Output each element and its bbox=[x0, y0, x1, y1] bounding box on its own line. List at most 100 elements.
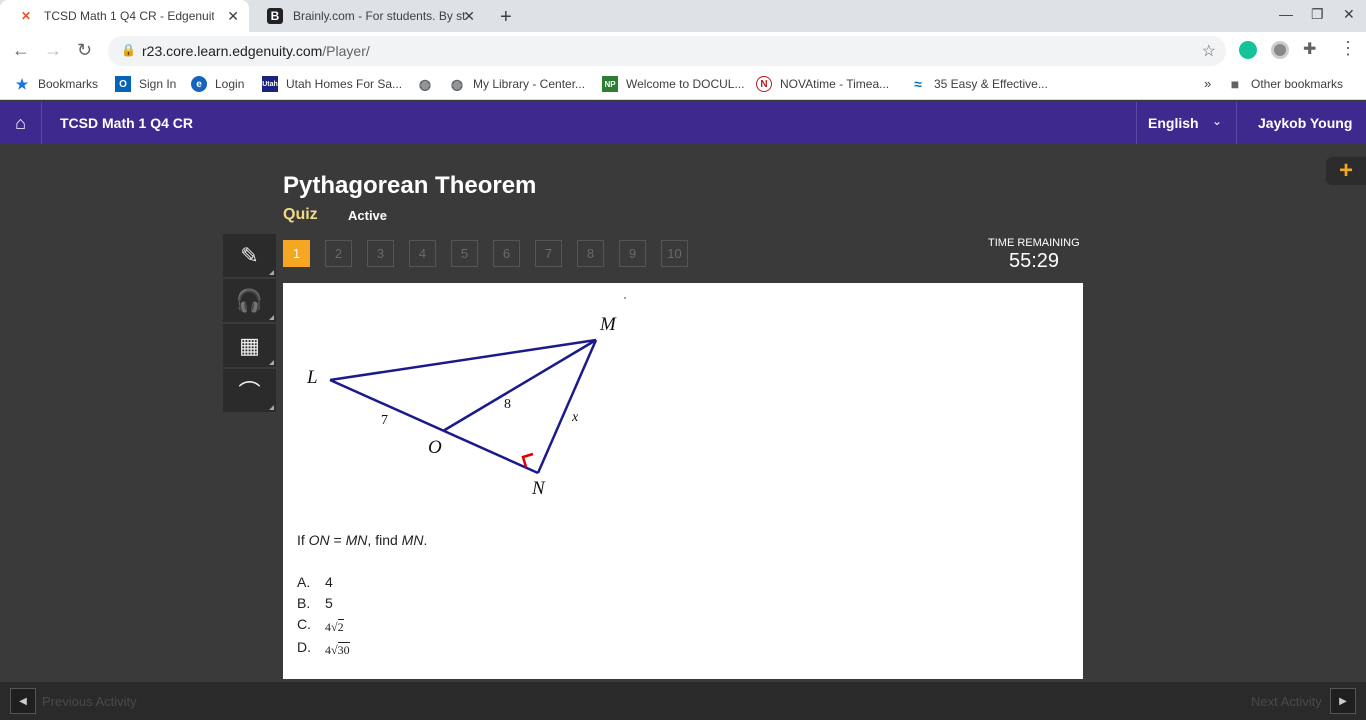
pencil-tool-button[interactable]: ✎ bbox=[223, 234, 276, 277]
browser-toolbar: ← → ↻ 🔒 r23.core.learn.edgenuity.com/Pla… bbox=[0, 32, 1366, 69]
address-bar[interactable]: 🔒 r23.core.learn.edgenuity.com/Player/ ☆ bbox=[108, 36, 1226, 66]
forward-arrow-icon[interactable]: → bbox=[44, 40, 62, 61]
question-nav-8[interactable]: 8 bbox=[577, 240, 604, 267]
new-tab-button[interactable]: + bbox=[500, 6, 512, 29]
length-label-mn: x bbox=[571, 410, 579, 425]
minimize-icon[interactable]: — bbox=[1279, 6, 1293, 22]
triangle-left-icon: ◀ bbox=[19, 695, 27, 707]
edgenuity-x-icon: ✕ bbox=[20, 9, 32, 23]
bookmark-item[interactable]: Utah Utah Homes For Sa... bbox=[262, 76, 402, 92]
question-nav-10[interactable]: 10 bbox=[661, 240, 688, 267]
calculator-tool-button[interactable]: ▦ bbox=[223, 324, 276, 367]
e-logo-icon: e bbox=[191, 76, 207, 92]
right-angle-marker bbox=[521, 452, 534, 468]
length-label-om: 8 bbox=[504, 397, 511, 412]
question-nav-9[interactable]: 9 bbox=[619, 240, 646, 267]
grammarly-icon[interactable] bbox=[1239, 41, 1257, 59]
extension-circle-icon[interactable] bbox=[1271, 41, 1289, 59]
app-header: ⌂ TCSD Math 1 Q4 CR English ⌄ Jaykob You… bbox=[0, 102, 1366, 144]
sqrt-icon: √ bbox=[331, 643, 338, 657]
more-bookmarks-chevron-icon[interactable]: » bbox=[1204, 76, 1211, 91]
headphones-icon: 🎧 bbox=[235, 287, 264, 313]
stray-dot bbox=[624, 297, 626, 299]
protractor-icon: ⌒ bbox=[238, 379, 261, 405]
close-tab-icon[interactable]: ✕ bbox=[463, 8, 475, 25]
point-label-o: O bbox=[428, 437, 442, 458]
triangle-right-icon: ▶ bbox=[1339, 695, 1347, 707]
browser-tab-strip: ✕ TCSD Math 1 Q4 CR - Edgenuity ✕ B Brai… bbox=[0, 0, 1366, 32]
segment-mn bbox=[536, 339, 598, 474]
restore-icon[interactable]: ❐ bbox=[1311, 6, 1324, 23]
next-activity-button[interactable]: ▶ bbox=[1330, 688, 1356, 714]
segment-lm bbox=[329, 338, 597, 382]
sqrt-icon: √ bbox=[331, 620, 338, 634]
question-nav-7[interactable]: 7 bbox=[535, 240, 562, 267]
question-panel: L M O N 7 8 x If ON = MN, find MN. A. 4 … bbox=[283, 283, 1083, 679]
question-nav-4[interactable]: 4 bbox=[409, 240, 436, 267]
wave-icon: ≈ bbox=[914, 76, 922, 92]
bookmark-item[interactable]: O Sign In bbox=[115, 76, 176, 92]
time-remaining-value: 55:29 bbox=[1009, 250, 1060, 272]
globe-icon: ◍ bbox=[450, 75, 464, 92]
question-nav-3[interactable]: 3 bbox=[367, 240, 394, 267]
novatime-icon: N bbox=[756, 76, 772, 92]
menu-dots-icon[interactable]: ⋮ bbox=[1339, 38, 1357, 59]
language-dropdown[interactable]: English ⌄ bbox=[1136, 102, 1237, 144]
lesson-title: Pythagorean Theorem bbox=[283, 172, 537, 199]
expand-plus-button[interactable]: + bbox=[1326, 157, 1366, 185]
bookmarks-bar: ★ Bookmarks O Sign In e Login Utah Utah … bbox=[0, 69, 1366, 100]
reload-icon[interactable]: ↻ bbox=[77, 40, 92, 61]
home-button[interactable]: ⌂ bbox=[0, 102, 42, 144]
home-icon: ⌂ bbox=[15, 112, 26, 133]
bookmark-item[interactable]: ≈ 35 Easy & Effective... bbox=[910, 76, 1048, 92]
point-label-m: M bbox=[599, 314, 617, 335]
tab-title: TCSD Math 1 Q4 CR - Edgenuity bbox=[44, 9, 214, 23]
bookmark-item[interactable]: ★ Bookmarks bbox=[14, 76, 98, 92]
bookmark-item[interactable]: ◍ My Library - Center... bbox=[449, 76, 585, 92]
brainly-b-icon: B bbox=[267, 8, 283, 24]
activity-footer: ◀ Previous Activity Next Activity ▶ bbox=[0, 682, 1366, 720]
outlook-icon: O bbox=[115, 76, 131, 92]
answer-choice-a[interactable]: A. 4 bbox=[297, 574, 333, 590]
url-text: r23.core.learn.edgenuity.com/Player/ bbox=[142, 43, 370, 59]
question-nav-6[interactable]: 6 bbox=[493, 240, 520, 267]
bookmark-item[interactable]: N NOVAtime - Timea... bbox=[756, 76, 889, 92]
previous-activity-label[interactable]: Previous Activity bbox=[42, 694, 137, 709]
puzzle-extensions-icon[interactable]: ✚ bbox=[1303, 39, 1316, 59]
window-close-icon[interactable]: ✕ bbox=[1343, 6, 1355, 23]
protractor-tool-button[interactable]: ⌒ bbox=[223, 369, 276, 412]
point-label-l: L bbox=[306, 367, 318, 388]
close-tab-icon[interactable]: ✕ bbox=[227, 8, 239, 25]
back-arrow-icon[interactable]: ← bbox=[12, 40, 30, 61]
question-text: If ON = MN, find MN. bbox=[297, 532, 428, 548]
question-nav-2[interactable]: 2 bbox=[325, 240, 352, 267]
next-activity-label[interactable]: Next Activity bbox=[1251, 694, 1322, 709]
bookmark-star-icon[interactable]: ☆ bbox=[1202, 41, 1216, 61]
previous-activity-button[interactable]: ◀ bbox=[10, 688, 36, 714]
tab-title: Brainly.com - For students. By st bbox=[293, 9, 466, 23]
bookmark-item[interactable]: ◍ bbox=[417, 76, 441, 92]
star-icon: ★ bbox=[15, 75, 29, 92]
tab-brainly[interactable]: B Brainly.com - For students. By st ✕ bbox=[249, 0, 485, 32]
time-remaining-label: TIME REMAINING bbox=[988, 237, 1080, 249]
chevron-down-icon: ⌄ bbox=[1211, 114, 1222, 128]
tab-edgenuity[interactable]: ✕ TCSD Math 1 Q4 CR - Edgenuity ✕ bbox=[0, 0, 249, 32]
globe-icon: ◍ bbox=[418, 75, 432, 92]
calculator-icon: ▦ bbox=[239, 332, 260, 358]
bookmark-item[interactable]: NP Welcome to DOCUL... bbox=[602, 76, 744, 92]
point-label-n: N bbox=[531, 478, 546, 499]
language-label: English bbox=[1148, 115, 1199, 131]
answer-choice-d[interactable]: D. 4√30 bbox=[297, 639, 350, 658]
user-name[interactable]: Jaykob Young bbox=[1258, 115, 1352, 131]
answer-choice-c[interactable]: C. 4√2 bbox=[297, 616, 344, 635]
pencil-icon: ✎ bbox=[240, 242, 259, 268]
question-nav-1[interactable]: 1 bbox=[283, 240, 310, 267]
answer-choice-b[interactable]: B. 5 bbox=[297, 595, 333, 611]
question-nav-5[interactable]: 5 bbox=[451, 240, 478, 267]
bookmark-item[interactable]: ■ Other bookmarks bbox=[1227, 76, 1343, 92]
triangle-diagram: L M O N 7 8 x bbox=[306, 297, 626, 499]
activity-type: Quiz bbox=[283, 206, 318, 223]
bookmark-item[interactable]: e Login bbox=[191, 76, 244, 92]
audio-tool-button[interactable]: 🎧 bbox=[223, 279, 276, 322]
activity-status: Active bbox=[348, 208, 388, 223]
